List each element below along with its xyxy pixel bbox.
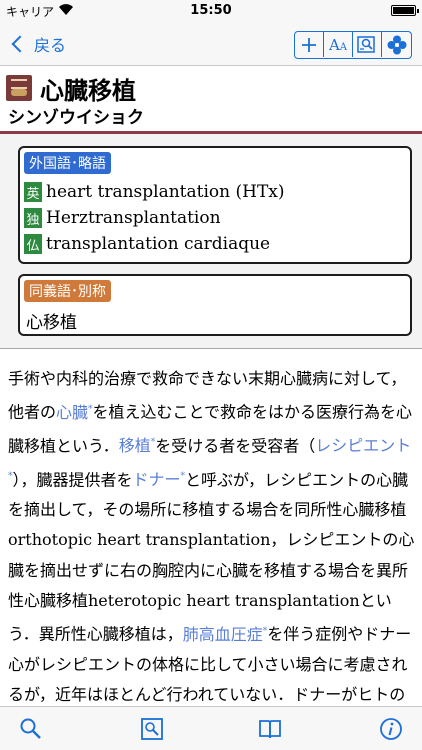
section-divider <box>0 348 422 349</box>
synonyms-label: 同義語･別称 <box>24 280 111 302</box>
language-tag: 仏 <box>24 234 42 254</box>
tab-bar <box>0 706 422 750</box>
chevron-left-icon <box>11 35 29 53</box>
plus-icon <box>302 37 316 52</box>
link-pulmonary-hypertension[interactable]: 肺高血圧症* <box>183 625 268 644</box>
image-search-icon[interactable] <box>140 717 164 741</box>
book-icon[interactable] <box>258 717 282 741</box>
font-size-icon: AA <box>328 35 348 54</box>
dictionary-book-icon <box>6 75 32 101</box>
search-icon[interactable] <box>19 717 43 741</box>
body-text-segment: と呼ぶが，レシピエントの心臓を摘出して，その場所に移植する場合を同所性心臓移植o… <box>8 469 415 644</box>
entry-body: 手術や内科的治療で救命できない末期心臓病に対して，他者の心臓*を植え込むことで救… <box>8 364 416 706</box>
body-text-segment: を受ける者を受容者（ <box>155 436 316 456</box>
entry-title: 心臓移植 <box>40 77 136 105</box>
toolbar-segment: AA <box>294 31 412 59</box>
term-info-area: 外国語･略語 英 heart transplantation (HTx) 独 H… <box>0 134 422 348</box>
link-heart[interactable]: 心臓* <box>56 403 93 422</box>
foreign-terms-box: 外国語･略語 英 heart transplantation (HTx) 独 H… <box>18 146 412 264</box>
foreign-term-text: heart transplantation (HTx) <box>46 182 285 202</box>
search-document-icon <box>357 35 375 53</box>
foreign-term-row: 英 heart transplantation (HTx) <box>24 180 285 204</box>
foreign-terms-label: 外国語･略語 <box>24 152 111 174</box>
navigation-bar: 戻る AA <box>0 22 422 66</box>
search-in-page-button[interactable] <box>353 32 382 57</box>
zoom-in-button[interactable] <box>295 32 324 57</box>
foreign-term-row: 仏 transplantation cardiaque <box>24 232 270 256</box>
link-donor[interactable]: ドナー* <box>133 470 186 489</box>
back-button-label: 戻る <box>34 36 67 55</box>
battery-icon <box>391 5 419 16</box>
status-time: 15:50 <box>190 3 232 18</box>
body-text-segment: ），臓器提供者を <box>12 469 133 489</box>
synonyms-box: 同義語･別称 心移植 <box>18 274 412 336</box>
info-icon[interactable] <box>379 717 403 741</box>
status-bar: キャリア 15:50 <box>0 0 422 22</box>
entry-header: 心臓移植 シンゾウイショク <box>0 67 422 131</box>
entry-reading: シンゾウイショク <box>8 108 144 128</box>
language-tag: 英 <box>24 182 42 202</box>
synonym-text: 心移植 <box>26 313 77 333</box>
settings-button[interactable] <box>382 32 411 57</box>
font-size-button[interactable]: AA <box>324 32 353 57</box>
foreign-term-text: Herztransplantation <box>46 208 221 228</box>
back-button[interactable]: 戻る <box>10 30 66 58</box>
foreign-term-row: 独 Herztransplantation <box>24 206 221 230</box>
language-tag: 独 <box>24 208 42 228</box>
foreign-term-text: transplantation cardiaque <box>46 234 271 254</box>
clover-icon <box>387 35 406 54</box>
link-graft[interactable]: 移植* <box>119 436 156 455</box>
